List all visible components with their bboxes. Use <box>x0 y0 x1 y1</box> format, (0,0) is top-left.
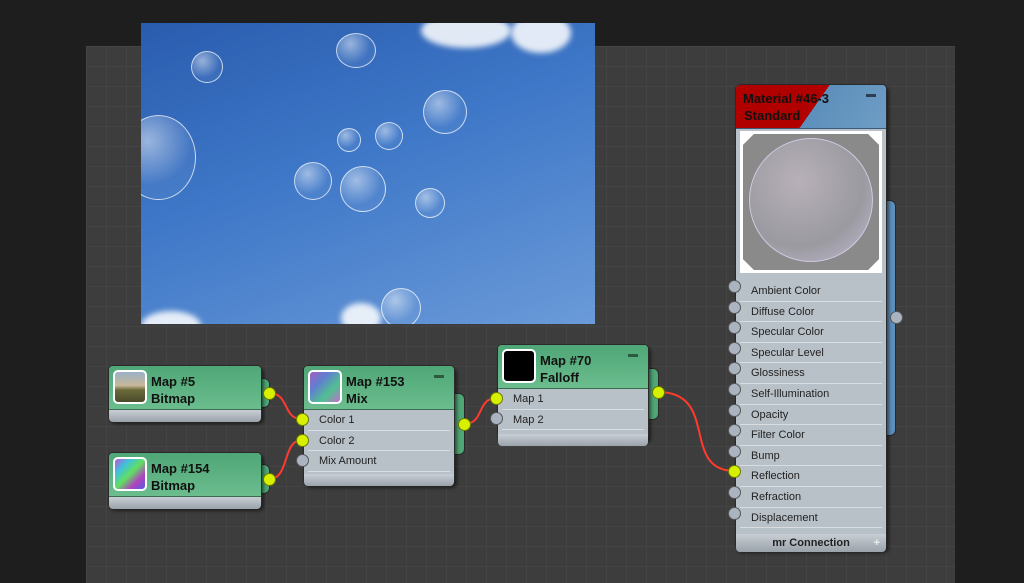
input-diffuse-color: Diffuse Color <box>740 302 882 323</box>
node-title: Map #5 <box>151 374 196 389</box>
node-map5[interactable]: Map #5 Bitmap <box>108 365 262 422</box>
input-specular-color: Specular Color <box>740 322 882 343</box>
node-type: Bitmap <box>151 391 196 406</box>
input-socket-diffuse-color[interactable] <box>728 300 741 314</box>
node-material[interactable]: Material #46-3 Standard Ambient Color Dif… <box>735 84 887 553</box>
node-type: Mix <box>346 391 368 406</box>
output-socket[interactable] <box>458 418 471 431</box>
node-title: Material #46-3 <box>743 91 829 106</box>
node-map154[interactable]: Map #154 Bitmap <box>108 452 262 509</box>
input-socket-self-illumination[interactable] <box>728 383 741 396</box>
input-socket-mix-amount[interactable] <box>296 454 309 467</box>
node-title: Map #70 <box>540 353 592 368</box>
input-socket-refraction[interactable] <box>728 486 741 499</box>
input-refraction: Refraction <box>740 487 882 508</box>
minimize-icon[interactable] <box>434 375 444 378</box>
input-map-2: Map 2 <box>502 410 644 431</box>
input-bump: Bump <box>740 446 882 467</box>
input-color-1: Color 1 <box>308 410 450 431</box>
input-socket-opacity[interactable] <box>728 403 741 417</box>
node-title: Map #154 <box>151 461 210 476</box>
input-ambient-color: Ambient Color <box>740 281 882 302</box>
minimize-icon[interactable] <box>866 94 876 97</box>
mix-thumbnail <box>308 370 342 404</box>
bitmap-thumbnail <box>113 457 147 491</box>
output-socket[interactable] <box>652 386 665 399</box>
material-preview <box>740 131 882 273</box>
input-socket-map-1[interactable] <box>490 392 503 405</box>
input-socket-specular-level[interactable] <box>728 341 741 355</box>
node-title: Map #153 <box>346 374 405 389</box>
input-socket-color-1[interactable] <box>296 413 309 426</box>
minimize-icon[interactable] <box>628 354 638 357</box>
input-socket-ambient-color[interactable] <box>728 280 741 293</box>
wire-falloff-reflection <box>657 391 736 472</box>
input-socket-map-2[interactable] <box>490 412 503 425</box>
input-self-illumination: Self-Illumination <box>740 384 882 405</box>
input-socket-displacement[interactable] <box>728 506 741 520</box>
output-socket[interactable] <box>263 473 276 486</box>
expand-plus-icon[interactable]: + <box>874 534 880 552</box>
input-glossiness: Glossiness <box>740 363 882 384</box>
input-reflection: Reflection <box>740 466 882 487</box>
input-mix-amount: Mix Amount <box>308 451 450 472</box>
input-opacity: Opacity <box>740 405 882 426</box>
input-map-1: Map 1 <box>502 389 644 410</box>
node-falloff[interactable]: Map #70 Falloff Map 1 Map 2 <box>497 344 649 447</box>
node-mix[interactable]: Map #153 Mix Color 1 Color 2 Mix Amount <box>303 365 455 486</box>
mr-connection-label: mr Connection <box>772 537 850 550</box>
node-type: Standard <box>744 108 801 123</box>
node-type: Bitmap <box>151 478 196 493</box>
node-type: Falloff <box>540 370 579 385</box>
input-socket-color-2[interactable] <box>296 434 309 447</box>
input-color-2: Color 2 <box>308 431 450 452</box>
input-displacement: Displacement <box>740 508 882 529</box>
input-filter-color: Filter Color <box>740 425 882 446</box>
output-socket[interactable] <box>890 311 903 324</box>
input-socket-bump[interactable] <box>728 444 741 458</box>
falloff-thumbnail <box>502 349 536 383</box>
output-socket[interactable] <box>263 387 276 400</box>
input-specular-level: Specular Level <box>740 343 882 364</box>
bitmap-thumbnail <box>113 370 147 404</box>
